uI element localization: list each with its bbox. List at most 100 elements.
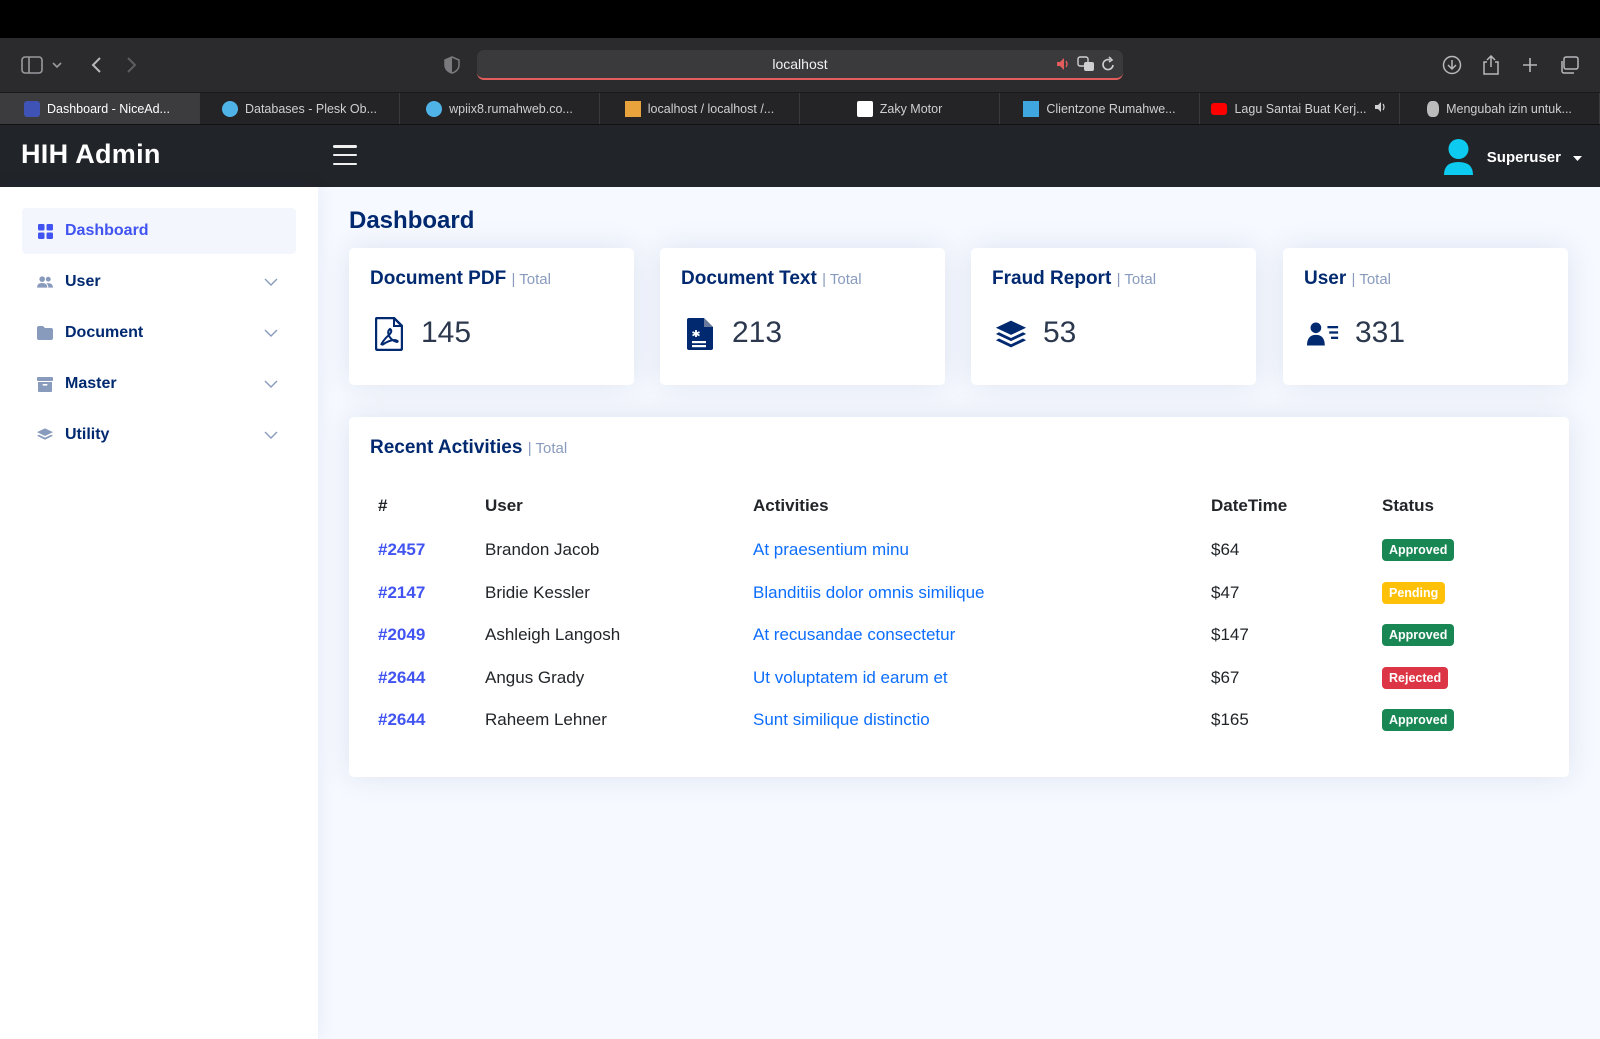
card-title: Fraud Report | Total (992, 268, 1157, 289)
layers-icon (37, 427, 53, 443)
brand-logo[interactable]: HIH Admin (21, 139, 161, 170)
status-badge: Approved (1382, 624, 1455, 647)
chevron-down-icon (264, 274, 278, 292)
shield-icon[interactable] (440, 54, 464, 76)
stat-value: 145 (421, 316, 472, 349)
sidebar-item-document[interactable]: Document (22, 310, 296, 356)
address-bar[interactable]: localhost (477, 50, 1123, 80)
row-datetime: $64 (1211, 540, 1240, 560)
archive-icon (37, 376, 53, 392)
chevron-down-icon (264, 427, 278, 445)
forward-icon[interactable] (120, 54, 144, 76)
back-icon[interactable] (84, 54, 108, 76)
screen-top-bar (0, 0, 1600, 38)
row-datetime: $165 (1211, 710, 1249, 730)
address-bar-url[interactable]: localhost (477, 56, 1123, 72)
sidebar-item-label: Dashboard (65, 222, 149, 239)
app-body: Dashboard User Document Master Utility D… (0, 187, 1600, 1039)
people-icon (37, 274, 53, 290)
stat-value: 331 (1355, 316, 1406, 349)
tab-title: Dashboard - NiceAd... (47, 101, 170, 116)
speaker-icon[interactable] (1374, 101, 1388, 116)
favicon-icon (24, 100, 40, 117)
tab-title: wpiix8.rumahweb.co... (449, 101, 573, 116)
sidebar-item-label: User (65, 273, 101, 290)
speaker-icon[interactable] (1055, 56, 1071, 77)
recent-activities-card: Recent Activities | Total # User Activit… (349, 417, 1569, 777)
table-row: #2457 Brandon Jacob At praesentium minu … (370, 529, 1548, 572)
table-row: #2644 Angus Grady Ut voluptatem id earum… (370, 657, 1548, 700)
tab-title: Mengubah izin untuk... (1446, 101, 1572, 116)
sidebar: Dashboard User Document Master Utility (0, 187, 318, 1039)
column-header[interactable]: Status (1382, 483, 1548, 529)
grid-icon (37, 223, 53, 239)
row-id-link[interactable]: #2644 (370, 699, 485, 742)
status-badge: Rejected (1382, 666, 1449, 689)
row-datetime: $47 (1211, 582, 1240, 602)
stat-card-document-pdf: Document PDF | Total 145 (349, 248, 634, 385)
row-id-link[interactable]: #2457 (370, 529, 485, 572)
column-header[interactable]: DateTime (1211, 483, 1382, 529)
sidebar-toggle-icon[interactable] (20, 54, 44, 76)
sidebar-item-master[interactable]: Master (22, 361, 296, 407)
sidebar-item-dashboard[interactable]: Dashboard (22, 208, 296, 254)
row-user: Ashleigh Langosh (485, 625, 621, 645)
card-title: Document Text | Total (681, 268, 862, 289)
row-id-link[interactable]: #2644 (370, 657, 485, 700)
layers-icon (995, 316, 1027, 352)
row-datetime: $147 (1211, 625, 1249, 645)
stat-value: 213 (732, 316, 783, 349)
browser-tab[interactable]: Lagu Santai Buat Kerj... (1200, 93, 1400, 124)
browser-tab[interactable]: Zaky Motor (800, 93, 1000, 124)
tab-title: Lagu Santai Buat Kerj... (1234, 101, 1367, 116)
favicon-icon (856, 100, 873, 117)
user-list-icon (1307, 316, 1339, 352)
row-id-link[interactable]: #2147 (370, 572, 485, 615)
column-header[interactable]: # (370, 483, 485, 529)
new-tab-icon[interactable] (1518, 54, 1542, 76)
browser-tab[interactable]: Dashboard - NiceAd... (0, 93, 200, 124)
reload-icon[interactable] (1101, 56, 1115, 77)
favicon-icon (1427, 100, 1440, 117)
column-header[interactable]: User (485, 483, 753, 529)
browser-tab[interactable]: localhost / localhost /... (600, 93, 800, 124)
browser-tab[interactable]: Mengubah izin untuk... (1400, 93, 1600, 124)
table-row: #2049 Ashleigh Langosh At recusandae con… (370, 614, 1548, 657)
favicon-icon (1211, 102, 1228, 115)
chevron-down-icon[interactable] (50, 54, 64, 76)
tab-strip: Dashboard - NiceAd... Databases - Plesk … (0, 92, 1600, 124)
row-user: Raheem Lehner (485, 710, 607, 730)
row-activity-link[interactable]: Blanditiis dolor omnis similique (753, 572, 1211, 615)
tab-title: localhost / localhost /... (647, 101, 775, 116)
hamburger-menu-icon[interactable] (333, 145, 357, 165)
sidebar-item-utility[interactable]: Utility (22, 412, 296, 458)
chevron-down-icon (264, 325, 278, 343)
sidebar-item-user[interactable]: User (22, 259, 296, 305)
browser-toolbar: localhost (0, 38, 1600, 92)
row-activity-link[interactable]: At praesentium minu (753, 529, 1211, 572)
activities-table: # User Activities DateTime Status #2457 … (370, 483, 1548, 742)
row-activity-link[interactable]: Sunt similique distinctio (753, 699, 1211, 742)
tab-title: Clientzone Rumahwe... (1046, 101, 1176, 116)
row-activity-link[interactable]: At recusandae consectetur (753, 614, 1211, 657)
browser-tab[interactable]: wpiix8.rumahweb.co... (400, 93, 600, 124)
profile-dropdown[interactable]: Superuser (1442, 137, 1582, 177)
table-row: #2147 Bridie Kessler Blanditiis dolor om… (370, 572, 1548, 615)
profile-name[interactable]: Superuser (1487, 149, 1561, 166)
download-icon[interactable] (1440, 54, 1464, 76)
stat-card-document-text: Document Text | Total 213 (660, 248, 945, 385)
tab-overview-icon[interactable] (1557, 54, 1581, 76)
row-activity-link[interactable]: Ut voluptatem id earum et (753, 657, 1211, 700)
avatar (1442, 137, 1475, 177)
browser-tab[interactable]: Databases - Plesk Ob... (200, 93, 400, 124)
browser-tab[interactable]: Clientzone Rumahwe... (1000, 93, 1200, 124)
favicon-icon (624, 100, 641, 117)
translate-icon[interactable] (1077, 56, 1095, 77)
sidebar-item-label: Master (65, 375, 117, 392)
row-id-link[interactable]: #2049 (370, 614, 485, 657)
column-header[interactable]: Activities (753, 483, 1211, 529)
row-user: Bridie Kessler (485, 582, 590, 602)
table-row: #2644 Raheem Lehner Sunt similique disti… (370, 699, 1548, 742)
share-icon[interactable] (1479, 54, 1503, 76)
stat-value: 53 (1043, 316, 1077, 349)
